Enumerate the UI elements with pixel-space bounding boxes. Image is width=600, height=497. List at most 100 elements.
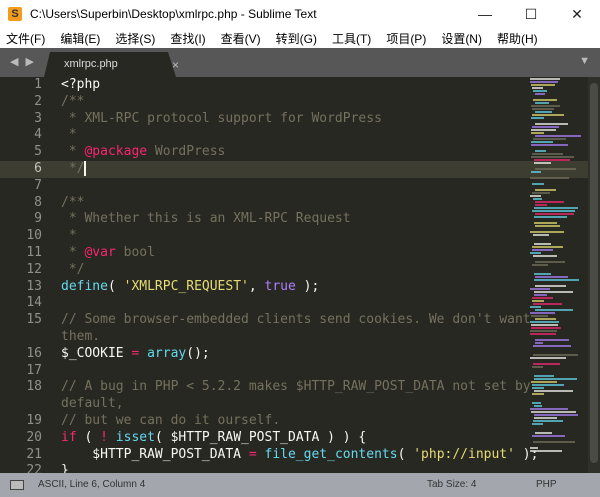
minimap-line [531, 117, 544, 119]
menu-project[interactable]: 项目(P) [386, 30, 426, 47]
menu-selection[interactable]: 选择(S) [115, 30, 155, 47]
sublime-logo-icon: S [8, 7, 22, 21]
code-line[interactable]: 11 * @var bool [0, 245, 588, 262]
minimap-line [533, 99, 557, 101]
menu-help[interactable]: 帮助(H) [497, 30, 538, 47]
scrollbar-thumb[interactable] [590, 83, 598, 463]
code-line[interactable]: 5 * @package WordPress [0, 144, 588, 161]
minimap-line [535, 201, 564, 203]
line-number: 10 [26, 228, 42, 244]
minimap-line [530, 450, 562, 452]
minimap-line [530, 333, 556, 335]
code-line[interactable]: 3 * XML-RPC protocol support for WordPre… [0, 111, 588, 128]
line-number: 21 [26, 446, 42, 462]
tab-xmlrpc[interactable]: xmlrpc.php [44, 52, 176, 77]
minimap-line [530, 357, 566, 359]
code-line[interactable]: 15 // Some browser-embedded clients send … [0, 312, 588, 329]
token-text: <?php [61, 77, 101, 92]
token-comment: * [61, 127, 77, 143]
line-number: 5 [34, 144, 42, 160]
minimap-line [533, 138, 566, 140]
menu-preferences[interactable]: 设置(N) [441, 30, 482, 47]
code-line[interactable]: 21 $HTTP_RAW_POST_DATA = file_get_conten… [0, 447, 588, 464]
syntax-mode[interactable]: PHP [536, 479, 557, 490]
menu-tools[interactable]: 工具(T) [332, 30, 371, 47]
minimap-line [530, 231, 564, 233]
code-line[interactable]: 6 */ [0, 160, 588, 178]
code-text: * XML-RPC protocol support for WordPress [61, 111, 382, 128]
line-number: 14 [26, 295, 42, 311]
code-text: * [61, 127, 77, 144]
minimap-line [535, 225, 560, 227]
close-button[interactable]: ✕ [554, 0, 600, 28]
console-toggle-icon[interactable] [10, 480, 24, 490]
code-line[interactable]: them. [0, 329, 588, 346]
code-text: define( 'XMLRPC_REQUEST', true ); [61, 279, 319, 296]
status-bar: ASCII, Line 6, Column 4 Tab Size: 4 PHP [0, 473, 600, 497]
minimap-line [535, 261, 565, 263]
minimap-line [535, 285, 566, 287]
code-line[interactable]: 4 * [0, 127, 588, 144]
minimap-line [532, 114, 564, 116]
tab-nav-arrows-icon[interactable]: ◀ ▶ [10, 55, 36, 68]
minimap[interactable] [530, 77, 586, 473]
code-line[interactable]: 14 [0, 295, 588, 312]
minimap-line [530, 447, 538, 449]
title-bar: S C:\Users\Superbin\Desktop\xmlrpc.php -… [0, 0, 600, 28]
code-line[interactable]: 16 $_COOKIE = array(); [0, 346, 588, 363]
menu-view[interactable]: 查看(V) [221, 30, 261, 47]
menu-find[interactable]: 查找(I) [170, 30, 205, 47]
code-line[interactable]: 18 // A bug in PHP < 5.2.2 makes $HTTP_RA… [0, 379, 588, 396]
code-line[interactable]: 8 /** [0, 195, 588, 212]
minimap-line [534, 390, 573, 392]
code-line[interactable]: 20 if ( ! isset( $HTTP_RAW_POST_DATA ) ) … [0, 430, 588, 447]
code-line[interactable]: 13 define( 'XMLRPC_REQUEST', true ); [0, 279, 588, 296]
minimap-line [534, 279, 579, 281]
code-line[interactable]: 1 <?php [0, 77, 588, 94]
minimap-line [530, 195, 541, 197]
menu-file[interactable]: 文件(F) [6, 30, 45, 47]
code-line[interactable]: 7 [0, 178, 588, 195]
code-line[interactable]: 12 */ [0, 262, 588, 279]
tab-label: xmlrpc.php [64, 58, 118, 70]
minimap-line [533, 345, 571, 347]
minimap-line [530, 78, 560, 80]
code-line[interactable]: 22} [0, 463, 588, 473]
code-line[interactable]: 10 * [0, 228, 588, 245]
tab-size[interactable]: Tab Size: 4 [427, 479, 476, 490]
tab-close-icon[interactable]: × [172, 58, 179, 72]
minimap-line [534, 414, 578, 416]
token-text: ( [107, 278, 124, 294]
token-text: ); [295, 278, 320, 294]
code-line[interactable]: 9 * Whether this is an XML-RPC Request [0, 211, 588, 228]
code-editor[interactable]: 1 <?php 2 /** 3 * XML-RPC protocol support f… [0, 77, 588, 473]
token-text: $_COOKIE [61, 345, 132, 361]
minimap-line [531, 381, 557, 383]
code-line[interactable]: 17 [0, 363, 588, 380]
token-text: ( [397, 446, 414, 462]
code-line[interactable]: 19 // but we can do it ourself. [0, 413, 588, 430]
minimap-line [531, 141, 553, 143]
minimap-line [535, 102, 549, 104]
minimize-button[interactable]: — [462, 0, 508, 28]
tab-dropdown-icon[interactable]: ▼ [579, 55, 590, 67]
minimap-line [530, 306, 541, 308]
minimap-line [531, 156, 574, 158]
menu-goto[interactable]: 转到(G) [276, 30, 317, 47]
token-text: , [248, 278, 265, 294]
minimap-line [535, 276, 568, 278]
menu-edit[interactable]: 编辑(E) [60, 30, 100, 47]
minimap-line [532, 264, 548, 266]
vertical-scrollbar[interactable] [588, 77, 600, 473]
minimap-line [535, 168, 576, 170]
minimap-line [535, 342, 543, 344]
token-text: ( $HTTP_RAW_POST_DATA ) ) { [154, 429, 367, 445]
code-line[interactable]: default, [0, 396, 588, 413]
minimap-line [530, 312, 555, 314]
maximize-button[interactable]: ☐ [508, 0, 554, 28]
line-number: 7 [34, 177, 42, 193]
minimap-line [531, 315, 548, 317]
code-text: default, [61, 396, 124, 413]
code-line[interactable]: 2 /** [0, 94, 588, 111]
text-cursor [84, 160, 86, 176]
